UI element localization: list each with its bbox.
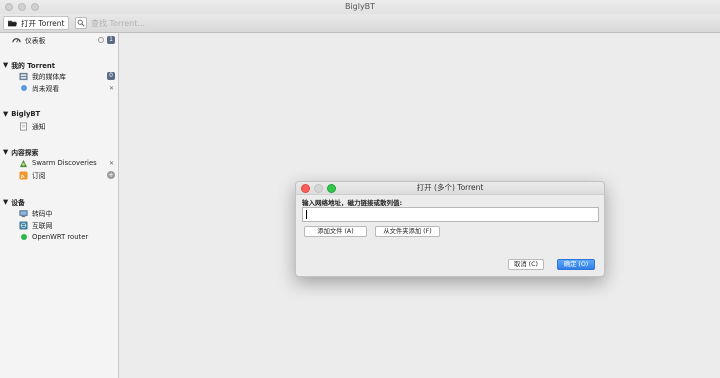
sidebar-item-notifications[interactable]: 通知	[19, 121, 117, 131]
library-icon	[19, 72, 28, 81]
url-input[interactable]	[302, 207, 599, 222]
notification-icon	[19, 122, 28, 131]
sidebar-item-subscriptions[interactable]: 订阅 +	[19, 170, 117, 180]
sidebar-item-unwatched-label: 尚未观看	[32, 85, 60, 93]
open-torrent-button[interactable]: 打开 Torrent	[3, 16, 69, 30]
transcode-icon	[19, 209, 28, 218]
add-folder-button[interactable]: 从文件夹添加 (F)	[375, 226, 440, 237]
dialog-window-controls	[301, 184, 336, 193]
open-torrent-label: 打开 Torrent	[21, 18, 65, 28]
dialog-titlebar: 打开 (多个) Torrent	[296, 182, 604, 195]
sidebar-item-dashboard-label: 仪表板	[25, 37, 46, 45]
sidebar-item-subscriptions-label: 订阅	[32, 172, 46, 180]
unwatched-dot-icon	[19, 84, 28, 93]
open-torrent-dialog: 打开 (多个) Torrent 输入网络地址，磁力链接或散列值: 添加文件 (A…	[295, 181, 605, 277]
minimize-window-button[interactable]	[18, 3, 26, 11]
dialog-prompt: 输入网络地址，磁力链接或散列值:	[302, 199, 403, 207]
sidebar-item-openwrt-router[interactable]: OpenWRT router	[19, 232, 117, 242]
sidebar-item-library[interactable]: 我的媒体库 0	[19, 71, 117, 81]
sidebar: 仪表板 1 ▼ 我的 Torrent 我的媒体库 0 尚未观看 ✕ ▼ Bigl…	[0, 33, 119, 378]
toolbar: 打开 Torrent 查找 Torrent...	[0, 14, 720, 33]
online-dot-icon	[19, 233, 28, 242]
sidebar-item-swarm-discoveries[interactable]: Swarm Discoveries ✕	[19, 158, 117, 168]
sidebar-item-library-label: 我的媒体库	[32, 73, 66, 81]
cancel-button[interactable]: 取消 (C)	[508, 259, 544, 270]
add-file-button[interactable]: 添加文件 (A)	[304, 226, 367, 237]
section-label: 设备	[11, 199, 25, 207]
sidebar-item-dashboard[interactable]: 仪表板 1	[12, 35, 117, 45]
text-caret	[306, 210, 307, 219]
ok-button[interactable]: 确定 (O)	[557, 259, 595, 270]
sidebar-item-internet-label: 互联网	[32, 222, 53, 230]
zoom-window-button[interactable]	[31, 3, 39, 11]
sidebar-item-unwatched[interactable]: 尚未观看 ✕	[19, 83, 117, 93]
close-window-button[interactable]	[5, 3, 13, 11]
sidebar-item-notifications-label: 通知	[32, 123, 46, 131]
section-label: 我的 Torrent	[11, 62, 55, 70]
search-input[interactable]: 查找 Torrent...	[91, 18, 145, 29]
window-title: BiglyBT	[344, 2, 376, 11]
window-titlebar: BiglyBT	[0, 0, 720, 14]
swarm-icon	[19, 159, 28, 168]
library-badge: 0	[107, 72, 115, 80]
sidebar-item-openwrt-label: OpenWRT router	[32, 233, 89, 241]
section-label: 内容探索	[11, 149, 39, 157]
section-content-discovery[interactable]: ▼ 内容探索	[3, 147, 38, 157]
sidebar-item-swarm-label: Swarm Discoveries	[32, 159, 97, 167]
sidebar-item-internet[interactable]: 互联网	[19, 220, 117, 230]
section-devices[interactable]: ▼ 设备	[3, 197, 25, 207]
dialog-minimize-button[interactable]	[314, 184, 323, 193]
window-controls	[5, 3, 39, 11]
triangle-down-icon: ▼	[3, 198, 9, 206]
search-icon[interactable]	[75, 17, 87, 29]
dialog-close-button[interactable]	[301, 184, 310, 193]
dialog-title: 打开 (多个) Torrent	[416, 183, 484, 192]
section-label: BiglyBT	[11, 110, 41, 118]
section-biglybt[interactable]: ▼ BiglyBT	[3, 110, 40, 118]
internet-icon	[19, 220, 28, 230]
search-box[interactable]: 查找 Torrent...	[75, 16, 275, 30]
dashboard-icon	[12, 36, 21, 45]
dialog-zoom-button[interactable]	[327, 184, 336, 193]
dashboard-badge: 1	[107, 36, 115, 44]
triangle-down-icon: ▼	[3, 61, 9, 69]
folder-open-icon	[8, 19, 17, 28]
rss-icon	[19, 170, 28, 180]
sidebar-item-transcoding-label: 转码中	[32, 210, 53, 218]
refresh-icon[interactable]	[98, 37, 104, 43]
triangle-down-icon: ▼	[3, 148, 9, 156]
sidebar-item-transcoding[interactable]: 转码中	[19, 208, 117, 218]
triangle-down-icon: ▼	[3, 110, 9, 118]
close-icon[interactable]: ✕	[109, 160, 114, 167]
add-subscription-icon[interactable]: +	[107, 171, 115, 179]
section-my-torrents[interactable]: ▼ 我的 Torrent	[3, 60, 55, 70]
close-icon[interactable]: ✕	[109, 85, 114, 92]
